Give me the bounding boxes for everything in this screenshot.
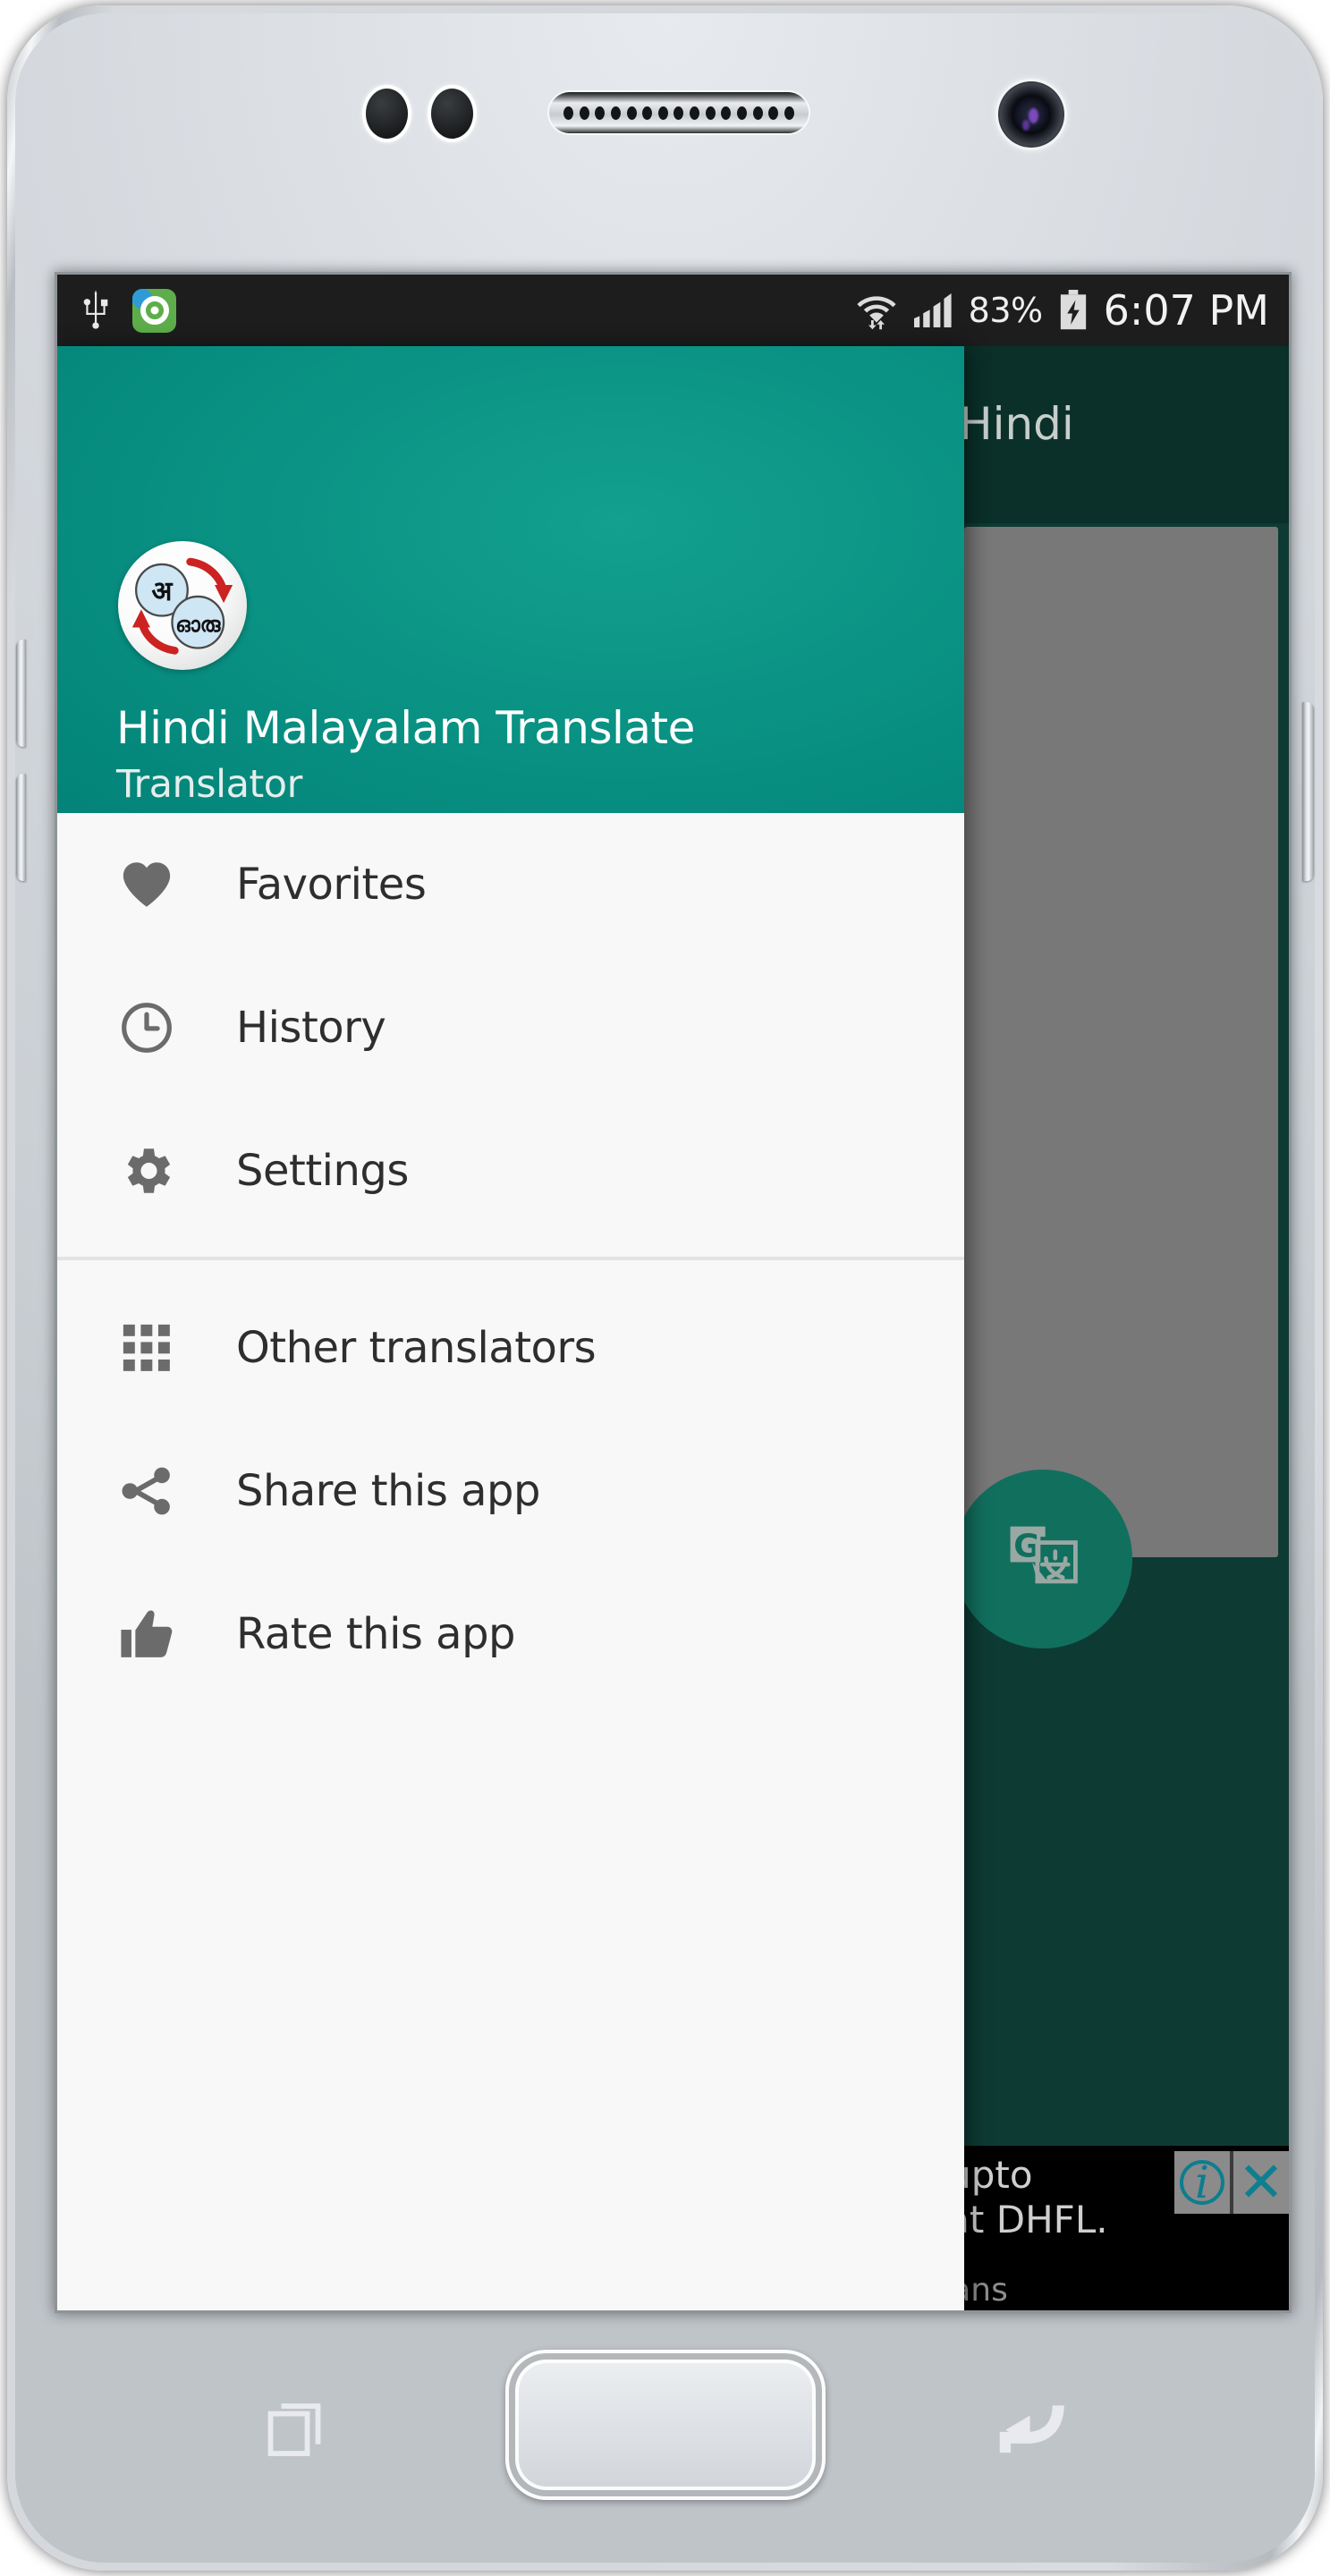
sidebar-item-rate-app[interactable]: Rate this app (57, 1563, 964, 1706)
sidebar-item-settings[interactable]: Settings (57, 1099, 964, 1242)
front-camera-icon (998, 81, 1064, 148)
back-icon[interactable] (995, 2391, 1074, 2462)
phone-body: 83% 6:07 PM Hindi G pto t DHFL. ns i ✕ अ… (15, 13, 1315, 2563)
sidebar-item-label: History (236, 1003, 386, 1053)
google-translate-icon: G (1010, 1526, 1078, 1584)
svg-text:अ: अ (151, 576, 174, 607)
earpiece-speaker (549, 92, 809, 133)
ad-controls: i ✕ (1174, 2151, 1289, 2214)
sidebar-item-other-translators[interactable]: Other translators (57, 1276, 964, 1419)
status-bar-left-icons (80, 288, 176, 333)
earpiece-holes (563, 106, 794, 120)
sidebar-item-label: Rate this app (236, 1609, 516, 1659)
home-button[interactable] (504, 2350, 826, 2500)
volume-up-button[interactable] (16, 640, 26, 747)
proximity-sensor-icon (366, 89, 408, 139)
sidebar-item-label: Share this app (236, 1466, 540, 1516)
battery-charging-icon (1060, 290, 1086, 330)
sidebar-item-history[interactable]: History (57, 956, 964, 1099)
phone-device: 83% 6:07 PM Hindi G pto t DHFL. ns i ✕ अ… (7, 5, 1323, 2571)
navigation-drawer: अ ഓരു Hindi Malayalam Translate Translat… (57, 346, 964, 2310)
recents-icon[interactable] (263, 2391, 336, 2464)
drawer-header: अ ഓരു Hindi Malayalam Translate Translat… (57, 346, 964, 813)
sidebar-item-label: Other translators (236, 1323, 597, 1373)
source-language-label[interactable]: Hindi (959, 398, 1074, 450)
wifi-icon (857, 296, 896, 330)
volume-down-button[interactable] (16, 774, 26, 881)
clock-icon (57, 998, 236, 1057)
translate-fab-button[interactable]: G (953, 1470, 1132, 1648)
translation-card[interactable] (964, 527, 1278, 1557)
usb-icon (83, 290, 108, 329)
sidebar-item-favorites[interactable]: Favorites (57, 813, 964, 956)
screen-recorder-icon (132, 288, 176, 333)
sidebar-item-share-app[interactable]: Share this app (57, 1419, 964, 1563)
drawer-app-subtitle: Translator (116, 762, 302, 807)
app-logo-icon: अ ഓരു (118, 541, 247, 670)
power-button[interactable] (1302, 702, 1314, 881)
status-bar-right-icons: 83% 6:07 PM (856, 290, 1269, 331)
ad-banner[interactable]: loan upto only at DHFL. Now! me_loans i … (964, 2146, 1289, 2310)
hardware-navigation-bar (57, 2321, 1273, 2545)
status-bar-clock: 6:07 PM (1103, 286, 1269, 335)
gear-icon (57, 1141, 236, 1200)
close-icon: ✕ (1238, 2149, 1284, 2215)
sidebar-item-label: Favorites (236, 860, 427, 910)
ad-info-button[interactable]: i (1174, 2151, 1230, 2214)
heart-icon (57, 855, 236, 914)
status-bar: 83% 6:07 PM (57, 275, 1289, 346)
battery-percent-label: 83% (968, 291, 1043, 330)
cellular-signal-icon (913, 293, 952, 327)
svg-text:ഓരു: ഓരു (175, 614, 222, 637)
grid-apps-icon (57, 1318, 236, 1377)
phone-screen: 83% 6:07 PM Hindi G pto t DHFL. ns i ✕ अ… (57, 275, 1289, 2310)
ad-close-button[interactable]: ✕ (1233, 2151, 1289, 2214)
ad-advertiser-label: me_loans (964, 2272, 1008, 2309)
share-icon (57, 1462, 236, 1521)
drawer-app-title: Hindi Malayalam Translate (116, 702, 695, 754)
info-icon: i (1180, 2160, 1224, 2205)
sidebar-item-label: Settings (236, 1146, 409, 1196)
drawer-menu-list: Favorites History Settings Other transla… (57, 813, 964, 2310)
thumbs-up-icon (57, 1605, 236, 1664)
drawer-divider (57, 1257, 964, 1260)
light-sensor-icon (431, 89, 473, 139)
